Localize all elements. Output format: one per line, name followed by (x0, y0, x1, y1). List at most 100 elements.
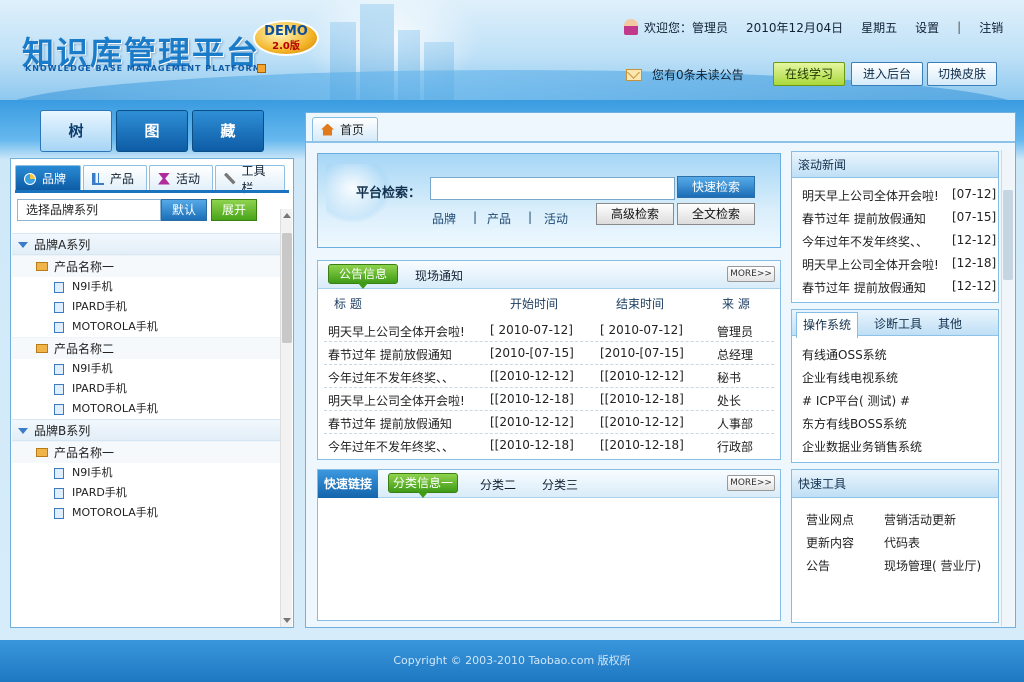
quick-links-label: 快速链接 (318, 470, 378, 498)
tab-diagnostic-tools[interactable]: 诊断工具 (874, 310, 922, 338)
cell-title[interactable]: 春节过年 提前放假通知 (328, 346, 452, 363)
main-scroll-thumb[interactable] (1003, 190, 1013, 280)
tree-item[interactable]: MOTOROLA手机 (12, 503, 280, 523)
online-learning-button[interactable]: 在线学习 (773, 62, 845, 86)
switch-skin-button[interactable]: 切换皮肤 (927, 62, 997, 86)
fulltext-search-button[interactable]: 全文检索 (677, 203, 755, 225)
tree-folder[interactable]: 产品名称一 (12, 255, 280, 277)
col-header-title: 标 题 (334, 297, 362, 311)
cell-title[interactable]: 今年过年不发年终奖、、 (328, 369, 454, 386)
tab-category-3[interactable]: 分类三 (542, 476, 578, 493)
search-cat-brand[interactable]: 品牌 (432, 210, 456, 227)
tree-item[interactable]: MOTOROLA手机 (12, 317, 280, 337)
tool-link[interactable]: 公告 (806, 557, 830, 574)
notice-text[interactable]: 您有0条未读公告 (652, 66, 744, 83)
news-item[interactable]: 春节过年 提前放假通知 (802, 279, 926, 296)
cell-start: [[2010-12-12] (490, 415, 574, 429)
tool-link[interactable]: 营业网点 (806, 511, 854, 528)
subtab-toolbar[interactable]: 工具栏 (215, 164, 285, 195)
cell-start: [ 2010-07-12] (490, 323, 573, 337)
tree-item[interactable]: N9I手机 (12, 463, 280, 483)
tree-item[interactable]: IPARD手机 (12, 483, 280, 503)
left-scrollbar[interactable] (280, 209, 292, 627)
main-scrollbar[interactable] (1001, 150, 1013, 626)
tab-home[interactable]: 首页 (312, 117, 378, 141)
separator: | (957, 20, 962, 34)
tool-link[interactable]: 更新内容 (806, 534, 854, 551)
subtab-activity[interactable]: 活动 (149, 165, 213, 191)
logout-link[interactable]: 注销 (979, 19, 1003, 36)
enter-admin-button[interactable]: 进入后台 (851, 62, 923, 86)
news-item[interactable]: 今年过年不发年终奖、、 (802, 233, 928, 250)
quick-links-box: 快速链接 分类信息一 分类二 分类三 MORE>> (317, 469, 781, 621)
activity-icon (158, 172, 170, 185)
tool-link[interactable]: 代码表 (884, 534, 920, 551)
bar-chart-icon (92, 172, 104, 185)
tab-category-2[interactable]: 分类二 (480, 476, 516, 493)
tree-item-label: IPARD手机 (72, 300, 127, 313)
ops-item[interactable]: 东方有线BOSS系统 (802, 415, 907, 432)
tab-onsite-notice[interactable]: 现场通知 (415, 267, 463, 284)
news-item[interactable]: 春节过年 提前放假通知 (802, 210, 926, 227)
search-input[interactable] (430, 177, 675, 200)
tree-folder-label: 产品名称一 (54, 260, 115, 274)
notice-more-button[interactable]: MORE>> (727, 266, 775, 282)
scroll-down-arrow-icon[interactable] (283, 618, 291, 623)
tree-item[interactable]: N9I手机 (12, 277, 280, 297)
expand-button[interactable]: 展开 (211, 199, 257, 221)
tool-link[interactable]: 营销活动更新 (884, 511, 956, 528)
tree-folder[interactable]: 产品名称一 (12, 441, 280, 463)
links-more-button[interactable]: MORE>> (727, 475, 775, 491)
demo-badge: DEMO 2.0版 (253, 20, 319, 56)
subtab-brand[interactable]: 品牌 (15, 165, 81, 191)
ops-item[interactable]: # ICP平台( 测试) # (802, 392, 910, 409)
document-icon (54, 468, 64, 479)
row-divider (324, 410, 774, 411)
subtab-underline (15, 190, 289, 193)
cell-title[interactable]: 今年过年不发年终奖、、 (328, 438, 454, 455)
tab-chart[interactable]: 图 (116, 110, 188, 152)
ops-item[interactable]: 企业数据业务销售系统 (802, 438, 922, 455)
cell-title[interactable]: 明天早上公司全体开会啦! (328, 392, 465, 409)
tree-item[interactable]: IPARD手机 (12, 379, 280, 399)
settings-link[interactable]: 设置 (915, 19, 939, 36)
search-cat-product[interactable]: 产品 (487, 210, 511, 227)
cell-end: [ 2010-07-12] (600, 323, 683, 337)
cell-title[interactable]: 春节过年 提前放假通知 (328, 415, 452, 432)
tree-group[interactable]: 品牌A系列 (12, 233, 280, 255)
tree-item[interactable]: N9I手机 (12, 359, 280, 379)
logo-subtitle: KNOWLEDGE BASE MANAGEMENT PLATFORM (25, 64, 262, 73)
tree-folder[interactable]: 产品名称二 (12, 337, 280, 359)
ops-item[interactable]: 企业有线电视系统 (802, 369, 898, 386)
tab-tree[interactable]: 树 (40, 110, 112, 152)
tab-os[interactable]: 操作系统 (796, 312, 859, 338)
tab-notice-info[interactable]: 公告信息 (328, 264, 398, 289)
tree-item[interactable]: MOTOROLA手机 (12, 399, 280, 419)
subtab-product[interactable]: 产品 (83, 165, 147, 191)
tab-category-1[interactable]: 分类信息一 (388, 473, 458, 498)
news-item[interactable]: 明天早上公司全体开会啦! (802, 187, 939, 204)
user-bar: 欢迎您：管理员 2010年12月04日 星期五 设置 | 注销 (624, 17, 1021, 37)
ops-item[interactable]: 有线通OSS系统 (802, 346, 887, 363)
scroll-up-arrow-icon[interactable] (283, 213, 291, 218)
tree-item-label: IPARD手机 (72, 486, 127, 499)
cell-start: [[2010-12-18] (490, 392, 574, 406)
tab-other[interactable]: 其他 (938, 310, 962, 338)
tree-item[interactable]: IPARD手机 (12, 297, 280, 317)
cell-title[interactable]: 明天早上公司全体开会啦! (328, 323, 465, 340)
tree-group[interactable]: 品牌B系列 (12, 419, 280, 441)
brand-series-select[interactable]: 选择品牌系列 (17, 199, 161, 221)
cell-source: 秘书 (717, 371, 742, 385)
search-cat-activity[interactable]: 活动 (544, 210, 568, 227)
row-divider (324, 341, 774, 342)
tab-favorites[interactable]: 藏 (192, 110, 264, 152)
tools-title: 快速工具 (792, 470, 998, 498)
cell-source: 人事部 (717, 417, 754, 431)
news-item[interactable]: 明天早上公司全体开会啦! (802, 256, 939, 273)
quick-search-button[interactable]: 快速检索 (677, 176, 755, 198)
advanced-search-button[interactable]: 高级检索 (596, 203, 674, 225)
tool-link[interactable]: 现场管理( 营业厅) (884, 557, 981, 574)
news-title: 滚动新闻 (792, 152, 998, 178)
scroll-thumb[interactable] (282, 233, 292, 343)
default-button[interactable]: 默认 (161, 199, 207, 221)
